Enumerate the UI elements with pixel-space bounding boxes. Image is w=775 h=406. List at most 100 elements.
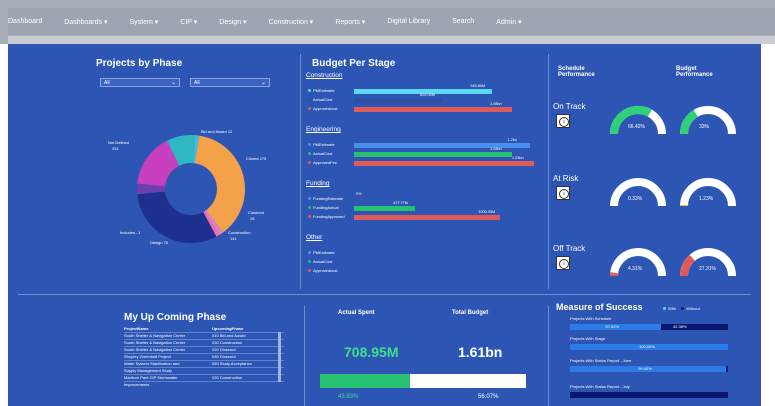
nav-item-dashboard[interactable]: Dashboard <box>8 18 42 25</box>
table-scrollbar[interactable] <box>278 332 281 382</box>
legend-dot <box>308 206 311 210</box>
legend-with-dot <box>663 307 666 311</box>
gauge-fill <box>680 109 699 135</box>
top-bar: Dashboard Dashboards ▾ System ▾ CIP ▾ Design… <box>0 0 775 44</box>
budget-bar-value: 945.85M <box>470 84 486 88</box>
info-icon[interactable]: i <box>556 256 570 270</box>
upcoming-phase-cell: 010 Bid and Award <box>212 333 246 338</box>
donut-slice-closed[interactable] <box>137 191 217 243</box>
upcoming-phase-cell: 030 Construction <box>212 340 243 345</box>
legend-dot <box>308 152 311 156</box>
nav-item-label: Search <box>452 18 475 25</box>
project-name-cell: South Shelter & Navigation Center <box>124 333 186 338</box>
nav-item-design[interactable]: Design ▾ <box>219 18 246 26</box>
table-row[interactable]: South Shelter & Navigation Center 020 Clo… <box>124 346 284 353</box>
nav-item-reports[interactable]: Reports ▾ <box>335 18 365 26</box>
progress-remaining-text: 56.07% <box>478 394 499 400</box>
upcoming-phase-cell: 050 Study Acceptance <box>212 361 252 366</box>
info-icon[interactable]: i <box>556 114 570 128</box>
nav-item-label: Dashboards <box>64 18 102 26</box>
budget-bar-label-text: PMEstimate <box>313 142 335 147</box>
budget-bar-label-text: FundingEstimate <box>313 196 344 201</box>
gauge-fill <box>680 254 696 277</box>
budget-header: Budget Performance <box>676 66 713 78</box>
legend-dot <box>308 89 311 93</box>
nav-item-dashboards[interactable]: Dashboards ▾ <box>64 18 107 26</box>
budget-bar-label-text: Approvedcost <box>313 106 338 111</box>
label-closed: Closed 275 <box>246 156 267 161</box>
budget-title: Budget Per Stage <box>312 58 396 69</box>
chevron-down-icon: ⌄ <box>170 80 176 86</box>
budget-bar-label-text: ActualCost <box>313 151 333 156</box>
table-row[interactable]: South Shelter & Navigation Center 010 Bid… <box>124 332 284 339</box>
table-row[interactable]: Improvements <box>124 381 284 388</box>
schedule-gauge-value: 0.33% <box>628 196 643 202</box>
project-name-cell: South Shelter & Navigation Center <box>124 347 186 352</box>
legend-dot <box>308 107 311 111</box>
label-bid-award: Bid and Award 12 <box>201 129 233 134</box>
budget-bar-label: FundingEstimate <box>308 196 343 201</box>
budget-bar[interactable] <box>354 142 530 148</box>
divider <box>548 306 549 406</box>
budget-bar-label-text: ActualCost <box>313 259 333 264</box>
legend-without-dot <box>681 307 685 311</box>
success-row-label: Projects With Status Report - July <box>570 384 630 389</box>
success-with-value: 57.62% <box>605 324 620 329</box>
success-with-value: 100.00% <box>639 344 655 349</box>
table-row[interactable]: South Shelter & Navigation Center 030 Con… <box>124 339 284 346</box>
nav-item-search[interactable]: Search <box>452 18 474 25</box>
success-row-label: Projects With Schedule <box>570 316 612 321</box>
project-name-cell: South Shelter & Navigation Center <box>124 340 186 345</box>
budget-bar-label-text: Approvedcost <box>313 268 338 273</box>
budget-bar[interactable] <box>354 97 443 103</box>
spend-progress-fill <box>320 374 411 388</box>
nav-item-construction[interactable]: Construction ▾ <box>269 18 314 26</box>
phase-filter-2[interactable]: All ⌄ <box>190 78 270 87</box>
info-icon[interactable]: i <box>556 186 570 200</box>
table-row[interactable]: Shopley Greenbelt Project 030 Closeout <box>124 353 284 360</box>
success-bar-track <box>570 392 728 398</box>
chevron-down-icon: ▾ <box>152 18 159 26</box>
budget-bar-value: 1000.00M <box>478 210 496 214</box>
success-without-value: 42.38% <box>673 324 687 329</box>
chevron-down-icon: ▾ <box>241 18 247 26</box>
schedule-gauge <box>610 178 666 207</box>
nav-item-label: Admin <box>496 18 517 26</box>
actual-spent-label: Actual Spent <box>338 310 375 316</box>
nav-item-cip[interactable]: CIP ▾ <box>180 18 197 26</box>
label-design: Design 76 <box>150 240 169 245</box>
budget-bar-label-text: PMEstimate <box>313 250 335 255</box>
budget-bar-label-text: FundingActual <box>313 205 339 210</box>
chevron-down-icon: ▾ <box>102 18 108 26</box>
table-row[interactable]: Madison Park CIP Stormwater 020 Construct… <box>124 374 284 381</box>
success-row-label: Projects With Status Report - June <box>570 358 632 363</box>
budget-bar[interactable] <box>354 151 513 157</box>
budget-bar-label: Approvedcost <box>308 106 337 111</box>
label-construction: Construction <box>228 230 251 235</box>
budget-group-engineering: Engineering <box>306 126 341 133</box>
budget-bar[interactable] <box>354 106 513 112</box>
gauge-track <box>610 248 666 277</box>
nav-item-system[interactable]: System ▾ <box>129 18 158 26</box>
col-upcoming-phase: UpcomingPhase <box>212 326 244 331</box>
label-not-defined: Not Defined <box>108 140 130 145</box>
nav-item-digital-library[interactable]: Digital Library <box>387 18 430 25</box>
spend-progress-track <box>320 374 526 388</box>
budget-bar-label-text: ApprovedFee <box>313 160 338 165</box>
upcoming-phase-cell: 030 Closeout <box>212 354 236 359</box>
nav-item-label: Dashboard <box>8 18 43 25</box>
actual-spent-value: 708.95M <box>344 344 399 360</box>
phase-filter-1[interactable]: All ⌄ <box>100 78 180 87</box>
table-row[interactable]: Supply Management Study <box>124 367 284 374</box>
budget-group-funding: Funding <box>306 180 330 187</box>
budget-bar[interactable] <box>354 205 416 211</box>
nav-item-admin[interactable]: Admin ▾ <box>496 18 521 26</box>
project-name-cell: Madison Park CIP Stormwater <box>124 375 178 380</box>
chevron-down-icon: ▾ <box>307 18 314 26</box>
info-glyph: i <box>559 259 569 269</box>
budget-gauge-value: 33% <box>699 124 710 130</box>
budget-bar[interactable] <box>354 214 501 220</box>
budget-bar[interactable] <box>354 160 534 166</box>
schedule-gauge-value: 4.31% <box>628 266 643 272</box>
table-row[interactable]: Water System Stabilization and 050 Study … <box>124 360 284 367</box>
